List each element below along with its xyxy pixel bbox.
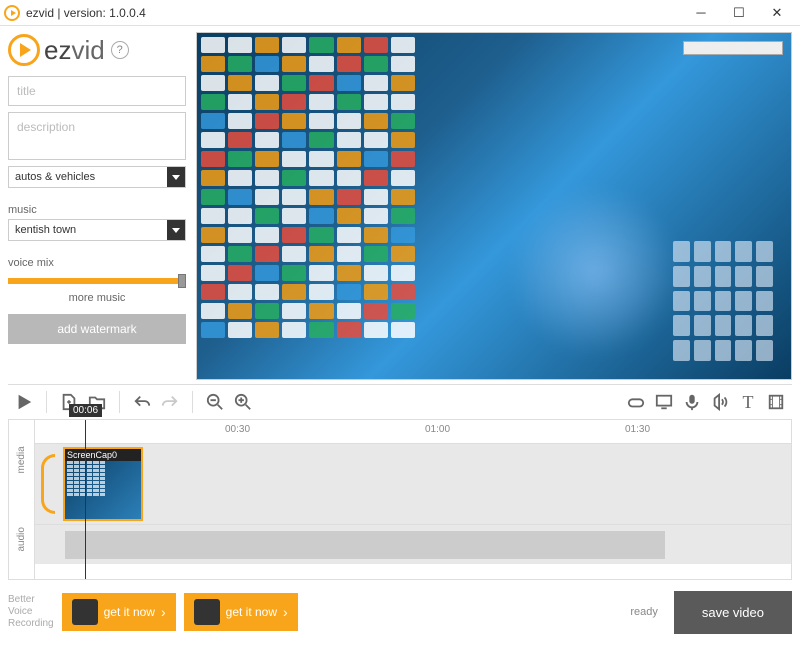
help-icon[interactable]: ? [111,41,129,59]
category-select[interactable]: autos & vehicles [8,166,186,188]
category-value: autos & vehicles [15,171,95,183]
description-input[interactable]: description [8,112,186,160]
headphones-promo-icon [194,599,220,625]
time-mark: 01:30 [625,424,650,435]
audio-track-label: audio [9,500,34,580]
mic-promo-icon [72,599,98,625]
title-input[interactable]: title [8,76,186,106]
footer-caption: Better Voice Recording [8,594,54,630]
minimize-button[interactable]: ─ [682,1,720,25]
slider-thumb[interactable] [178,274,186,288]
voice-icon[interactable] [708,390,732,414]
zoom-in-button[interactable] [231,390,255,414]
media-track[interactable]: ScreenCap0 [35,444,791,524]
playhead-time: 00:06 [69,404,102,417]
microphone-icon[interactable] [680,390,704,414]
time-mark: 01:00 [425,424,450,435]
footer: Better Voice Recording get it now› get i… [8,586,792,638]
audio-track[interactable] [35,524,791,564]
redo-button[interactable] [158,390,182,414]
music-value: kentish town [15,224,76,236]
maximize-button[interactable]: ☐ [720,1,758,25]
play-button[interactable] [12,390,36,414]
titlebar: ezvid | version: 1.0.0.4 ─ ☐ ✕ [0,0,800,26]
app-icon [4,5,20,21]
timeline: media audio 00:30 01:00 01:30 ScreenCap0… [8,420,792,580]
voicemix-slider[interactable] [8,278,186,284]
logo-text: ezvid [44,35,105,66]
text-icon[interactable]: T [736,390,760,414]
voicemix-label: voice mix [8,257,186,269]
close-button[interactable]: ✕ [758,1,796,25]
media-clip[interactable]: ScreenCap0 [63,447,143,521]
media-track-label: media [9,420,34,500]
bracket-icon [41,454,55,514]
zoom-out-button[interactable] [203,390,227,414]
status-text: ready [630,606,658,618]
play-logo-icon [8,34,40,66]
chevron-down-icon [167,220,185,240]
audio-waveform [65,531,665,559]
undo-button[interactable] [130,390,154,414]
save-video-button[interactable]: save video [674,591,792,634]
time-mark: 00:30 [225,424,250,435]
add-watermark-button[interactable]: add watermark [8,314,186,344]
logo: ezvid ? [8,32,186,68]
window-title: ezvid | version: 1.0.0.4 [26,6,146,20]
playhead[interactable]: 00:06 [85,420,86,579]
time-ruler[interactable]: 00:30 01:00 01:30 [35,420,791,444]
preview-window [683,41,783,55]
screen-icon[interactable] [652,390,676,414]
desktop-icons-right [673,241,773,361]
gamepad-icon[interactable] [624,390,648,414]
more-music-link[interactable]: more music [8,292,186,304]
toolbar: T [8,384,792,420]
music-select[interactable]: kentish town [8,219,186,241]
chevron-down-icon [167,167,185,187]
desktop-icons [201,37,415,369]
get-it-now-2[interactable]: get it now› [184,593,298,631]
get-it-now-1[interactable]: get it now› [62,593,176,631]
film-icon[interactable] [764,390,788,414]
video-preview [196,32,792,380]
clip-label: ScreenCap0 [65,449,141,461]
left-panel: ezvid ? title description autos & vehicl… [8,32,186,380]
music-label: music [8,204,186,216]
